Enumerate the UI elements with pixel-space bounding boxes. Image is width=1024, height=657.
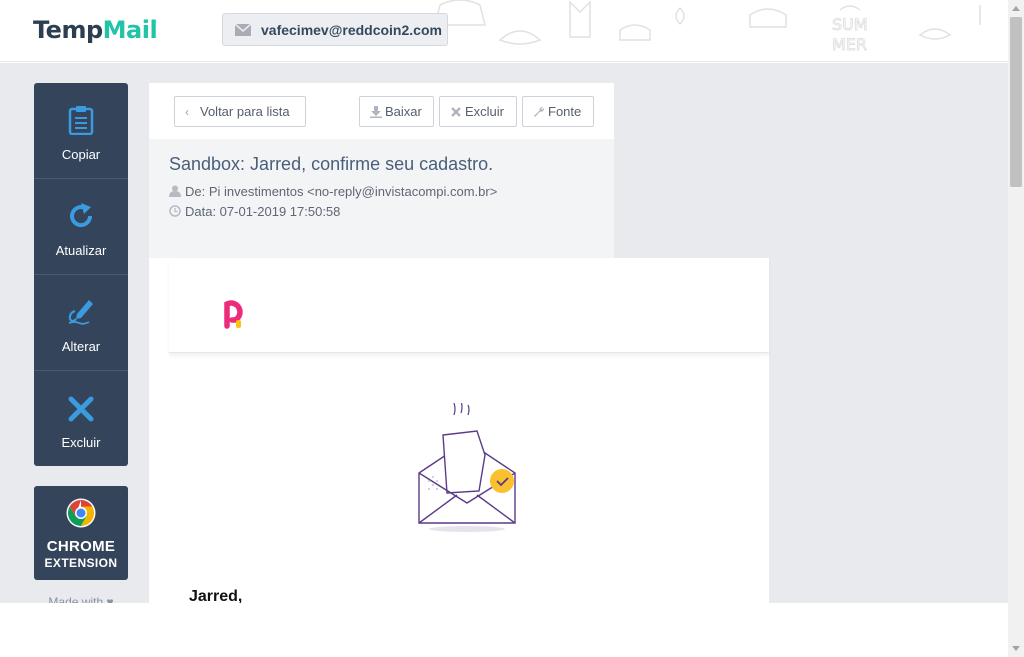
sidebar-item-label: Alterar: [61, 339, 101, 354]
edit-pen-icon: [68, 300, 93, 325]
chrome-label: CHROME: [46, 538, 116, 555]
main-area: Copiar Atualizar Alterar Excluir CHROME …: [0, 63, 1008, 603]
message-date: Data: 07-01-2019 17:50:58: [169, 204, 340, 219]
sidebar-item-copy[interactable]: Copiar: [34, 83, 128, 179]
email-content-header: [169, 258, 769, 353]
email-address-field[interactable]: vafecimev@reddcoin2.com: [222, 13, 448, 46]
scroll-up-arrow-icon[interactable]: [1012, 6, 1020, 11]
chrome-extension-button[interactable]: CHROME EXTENSION: [34, 486, 128, 580]
scroll-down-arrow-icon[interactable]: [1012, 646, 1020, 651]
message-panel: ‹ Voltar para lista Baixar Excluir Fonte…: [149, 83, 614, 258]
page-scrollbar[interactable]: [1008, 0, 1024, 657]
sidebar-item-label: Copiar: [61, 147, 101, 162]
refresh-icon: [70, 203, 93, 228]
wrench-icon: [534, 106, 545, 117]
clock-icon: [169, 205, 181, 217]
sidebar-item-label: Excluir: [61, 435, 101, 450]
envelope-icon: [235, 24, 251, 36]
pi-investimentos-logo: [224, 300, 243, 329]
message-toolbar: ‹ Voltar para lista Baixar Excluir Fonte: [149, 83, 614, 139]
close-icon: [68, 396, 94, 422]
background-doodles: SUM MER: [434, 0, 981, 55]
sidebar-item-label: Atualizar: [55, 243, 107, 258]
close-icon: [451, 107, 461, 117]
user-icon: [169, 185, 181, 197]
message-from: De: Pi investimentos <no-reply@invistaco…: [169, 184, 497, 199]
svg-text:SUM: SUM: [832, 15, 868, 34]
chrome-logo-icon: [66, 498, 96, 528]
download-icon: [370, 106, 382, 118]
delete-message-button[interactable]: Excluir: [439, 96, 517, 127]
made-with-text: Made with ♥: [48, 595, 114, 603]
sidebar-item-change[interactable]: Alterar: [34, 275, 128, 371]
svg-text:MER: MER: [832, 35, 867, 54]
email-address-text: vafecimev@reddcoin2.com: [261, 22, 442, 38]
greeting-text: Jarred,: [189, 588, 243, 603]
back-to-list-button[interactable]: ‹ Voltar para lista: [174, 96, 306, 127]
sidebar: Copiar Atualizar Alterar Excluir: [34, 83, 128, 466]
extension-label: EXTENSION: [44, 556, 118, 570]
clipboard-icon: [68, 106, 94, 135]
message-subject: Sandbox: Jarred, confirme seu cadastro.: [169, 154, 494, 174]
tempmail-logo[interactable]: TempMail: [33, 16, 158, 44]
scrollbar-thumb[interactable]: [1010, 17, 1022, 187]
chevron-left-icon: ‹: [185, 105, 189, 119]
source-button[interactable]: Fonte: [522, 96, 594, 127]
page-footer-area: [0, 603, 1008, 657]
email-content: Jarred,: [149, 258, 769, 603]
envelope-confirmation-illustration: [418, 403, 516, 532]
sidebar-item-refresh[interactable]: Atualizar: [34, 179, 128, 275]
sidebar-item-delete[interactable]: Excluir: [34, 371, 128, 467]
download-button[interactable]: Baixar: [359, 96, 434, 127]
header: TempMail SUM MER vafecimev@reddcoin2.com: [0, 0, 1008, 62]
